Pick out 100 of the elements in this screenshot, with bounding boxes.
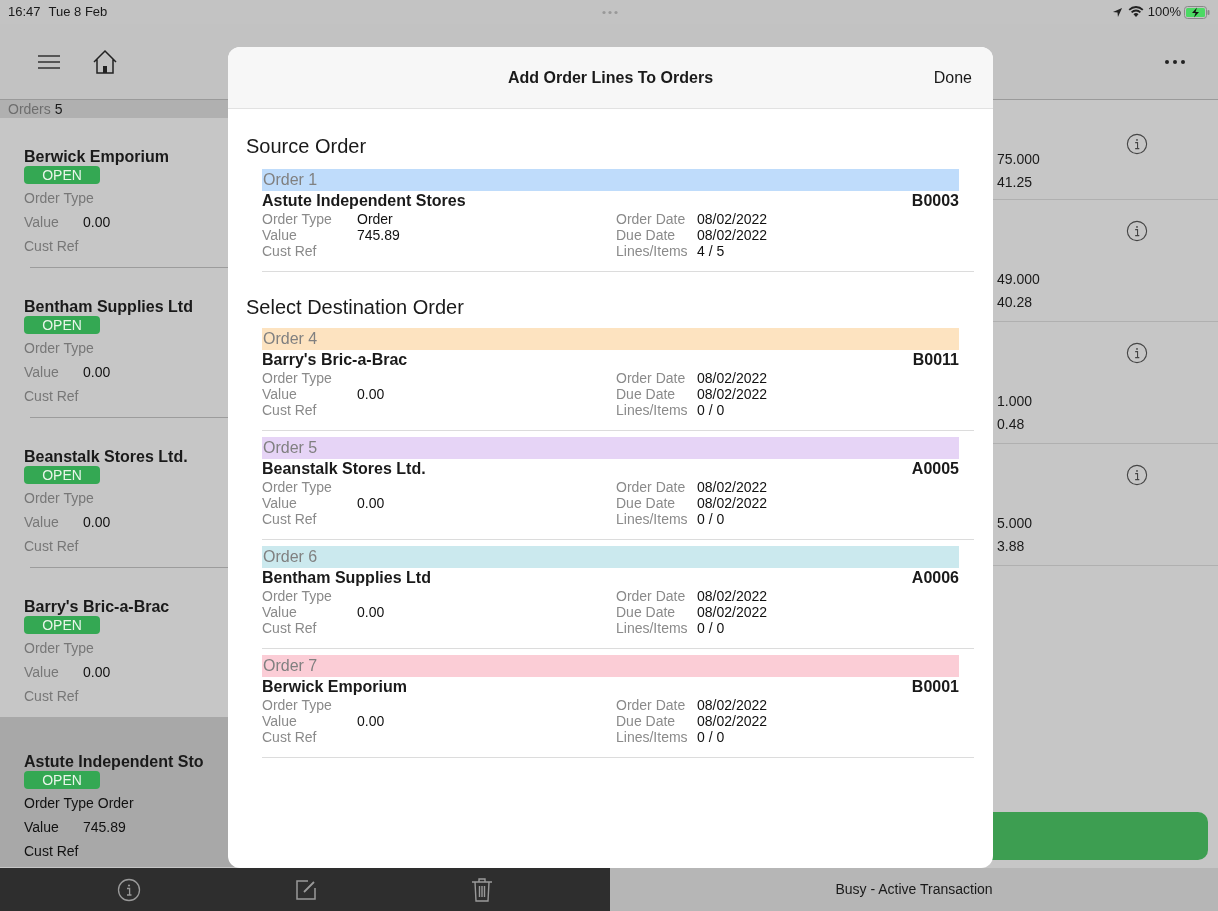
customer-name: Barry's Bric-a-Brac xyxy=(24,597,170,616)
quantity-text: 75.000 xyxy=(997,150,1040,169)
customer-name: Beanstalk Stores Ltd. xyxy=(262,459,426,479)
order-code: A0005 xyxy=(911,459,959,479)
field-value: 745.89 xyxy=(357,227,400,243)
field-label: Value xyxy=(262,386,298,402)
status-time: 16:47 xyxy=(8,3,41,22)
customer-name: Beanstalk Stores Ltd. xyxy=(24,447,188,466)
order-code: A0006 xyxy=(911,568,959,588)
field-label: Order Type xyxy=(24,488,94,508)
field-label: Value xyxy=(24,512,60,532)
field-label: Value xyxy=(24,662,60,682)
customer-name: Bentham Supplies Ltd xyxy=(262,568,431,588)
field-label: Due Date xyxy=(616,713,677,729)
value-text: 0.48 xyxy=(997,415,1026,434)
value-text: 41.25 xyxy=(997,173,1034,192)
status-badge: OPEN xyxy=(24,616,100,634)
orders-label: Orders xyxy=(8,99,51,119)
customer-name: Bentham Supplies Ltd xyxy=(24,297,193,316)
field-label: Value xyxy=(262,495,298,511)
field-label: Order Type xyxy=(262,211,333,227)
field-value: 08/02/2022 xyxy=(697,713,768,729)
status-badge: OPEN xyxy=(24,466,100,484)
field-value: 0.00 xyxy=(357,713,385,729)
status-badge: OPEN xyxy=(24,316,100,334)
field-label: Value xyxy=(24,817,60,837)
field-label: Lines/Items xyxy=(616,511,689,527)
field-label: Due Date xyxy=(616,495,677,511)
field-label: Cust Ref xyxy=(24,536,79,556)
field-label: Order Type xyxy=(24,338,94,358)
status-badge: OPEN xyxy=(24,771,100,789)
field-value: 0.00 xyxy=(357,604,385,620)
field-label: Due Date xyxy=(616,604,677,620)
customer-name: Berwick Emporium xyxy=(262,677,407,697)
field-label: Order Date xyxy=(616,588,687,604)
field-label: Value xyxy=(24,212,60,232)
field-label: Value xyxy=(262,713,298,729)
quantity-text: 1.000 xyxy=(997,392,1033,411)
field-label: Cust Ref xyxy=(262,729,318,745)
field-value: 08/02/2022 xyxy=(697,227,768,243)
field-value: 0 / 0 xyxy=(697,620,725,636)
field-label: Cust Ref xyxy=(262,402,318,418)
customer-name: Barry's Bric-a-Brac xyxy=(262,350,408,370)
field-value: Order xyxy=(357,211,393,227)
field-label: Order Type xyxy=(262,588,333,604)
order-code: B0003 xyxy=(911,191,959,211)
status-badge: OPEN xyxy=(24,166,100,184)
field-label: Order Type xyxy=(24,638,94,658)
field-label: Order Date xyxy=(616,211,687,227)
order-code: B0001 xyxy=(911,677,959,697)
field-label: Value xyxy=(262,227,298,243)
field-value: 0.00 xyxy=(357,495,385,511)
field-label: Lines/Items xyxy=(616,620,689,636)
field-label: Order Type xyxy=(262,479,333,495)
field-value: 0.00 xyxy=(83,512,111,532)
order-code: B0011 xyxy=(912,350,959,370)
field-label: Order Date xyxy=(616,479,687,495)
field-value: Order xyxy=(97,793,134,813)
field-label: Value xyxy=(24,362,60,382)
field-label: Cust Ref xyxy=(262,620,318,636)
quantity-text: 49.000 xyxy=(997,270,1040,289)
field-value: 08/02/2022 xyxy=(697,370,768,386)
field-label: Lines/Items xyxy=(616,729,689,745)
order-header-bar: Order 7 xyxy=(262,655,959,677)
field-label: Order Type xyxy=(262,370,333,386)
field-label: Cust Ref xyxy=(24,236,79,256)
customer-name: Astute Independent Sto xyxy=(24,752,204,771)
field-label: Cust Ref xyxy=(24,686,79,706)
field-value: 0.00 xyxy=(357,386,385,402)
field-value: 08/02/2022 xyxy=(697,495,768,511)
order-header-bar: Order 5 xyxy=(262,437,959,459)
field-value: 0 / 0 xyxy=(697,729,725,745)
field-label: Cust Ref xyxy=(24,386,79,406)
field-label: Value xyxy=(262,604,298,620)
field-value: 08/02/2022 xyxy=(697,479,768,495)
field-label: Cust Ref xyxy=(262,511,318,527)
field-label: Order Date xyxy=(616,370,687,386)
field-value: 0.00 xyxy=(83,212,111,232)
field-label: Cust Ref xyxy=(262,243,318,259)
field-label: Cust Ref xyxy=(24,841,79,861)
battery-percentage: 100% xyxy=(1147,3,1181,22)
status-date: Tue 8 Feb xyxy=(48,3,108,22)
order-header-bar: Order 6 xyxy=(262,546,959,568)
customer-name: Berwick Emporium xyxy=(24,147,169,166)
field-value: 08/02/2022 xyxy=(697,211,768,227)
field-label: Lines/Items xyxy=(616,402,689,418)
field-label: Order Type xyxy=(24,188,94,208)
field-value: 08/02/2022 xyxy=(697,386,768,402)
field-value: 08/02/2022 xyxy=(697,604,768,620)
field-value: 08/02/2022 xyxy=(697,697,768,713)
value-text: 40.28 xyxy=(997,293,1034,312)
order-header-bar: Order 4 xyxy=(262,328,959,350)
field-label: Order Date xyxy=(616,697,687,713)
customer-name: Astute Independent Stores xyxy=(262,191,466,211)
field-label: Order Type xyxy=(24,793,94,813)
section-heading: Select Destination Order xyxy=(246,295,465,320)
section-heading: Source Order xyxy=(246,134,368,159)
orders-count: 5 xyxy=(54,99,63,119)
field-label: Due Date xyxy=(616,386,677,402)
field-value: 0 / 0 xyxy=(697,402,725,418)
